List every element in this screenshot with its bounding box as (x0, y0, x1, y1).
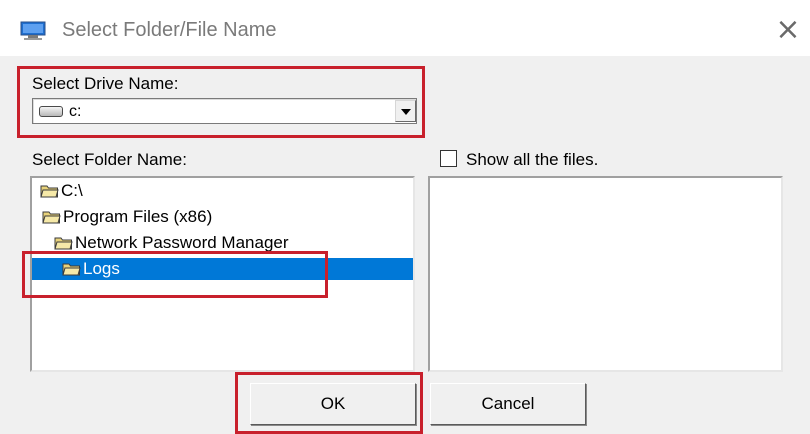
drive-select[interactable]: c: (32, 98, 417, 124)
folder-item-label: Program Files (x86) (63, 207, 213, 226)
chevron-down-icon[interactable] (395, 100, 416, 122)
folder-item-label: Network Password Manager (75, 233, 289, 252)
drive-icon (39, 106, 63, 117)
folder-label: Select Folder Name: (32, 150, 187, 169)
open-folder-icon (62, 263, 81, 276)
folder-item-network-password-manager[interactable]: Network Password Manager (54, 232, 289, 254)
folder-list[interactable]: C:\ Program Files (x86) Network Password… (30, 176, 415, 372)
folder-item-label: C:\ (61, 181, 83, 200)
folder-item-program-files[interactable]: Program Files (x86) (42, 206, 212, 228)
folder-item-c-root[interactable]: C:\ (40, 180, 83, 202)
show-all-files-checkbox[interactable] (440, 150, 457, 167)
open-folder-icon (40, 185, 59, 198)
folder-item-label: Logs (83, 259, 120, 278)
drive-value: c: (69, 103, 82, 120)
folder-item-logs[interactable]: Logs (62, 258, 120, 280)
window-title: Select Folder/File Name (62, 19, 277, 41)
close-icon[interactable]: × (770, 12, 806, 48)
monitor-icon (20, 21, 46, 40)
open-folder-icon (42, 211, 61, 224)
ok-button[interactable]: OK (250, 383, 416, 425)
file-list[interactable] (428, 176, 783, 372)
open-folder-icon (54, 237, 73, 250)
cancel-button[interactable]: Cancel (430, 383, 586, 425)
title-bar: Select Folder/File Name × (0, 0, 810, 56)
show-all-files-label[interactable]: Show all the files. (466, 150, 598, 170)
drive-label: Select Drive Name: (32, 74, 179, 93)
